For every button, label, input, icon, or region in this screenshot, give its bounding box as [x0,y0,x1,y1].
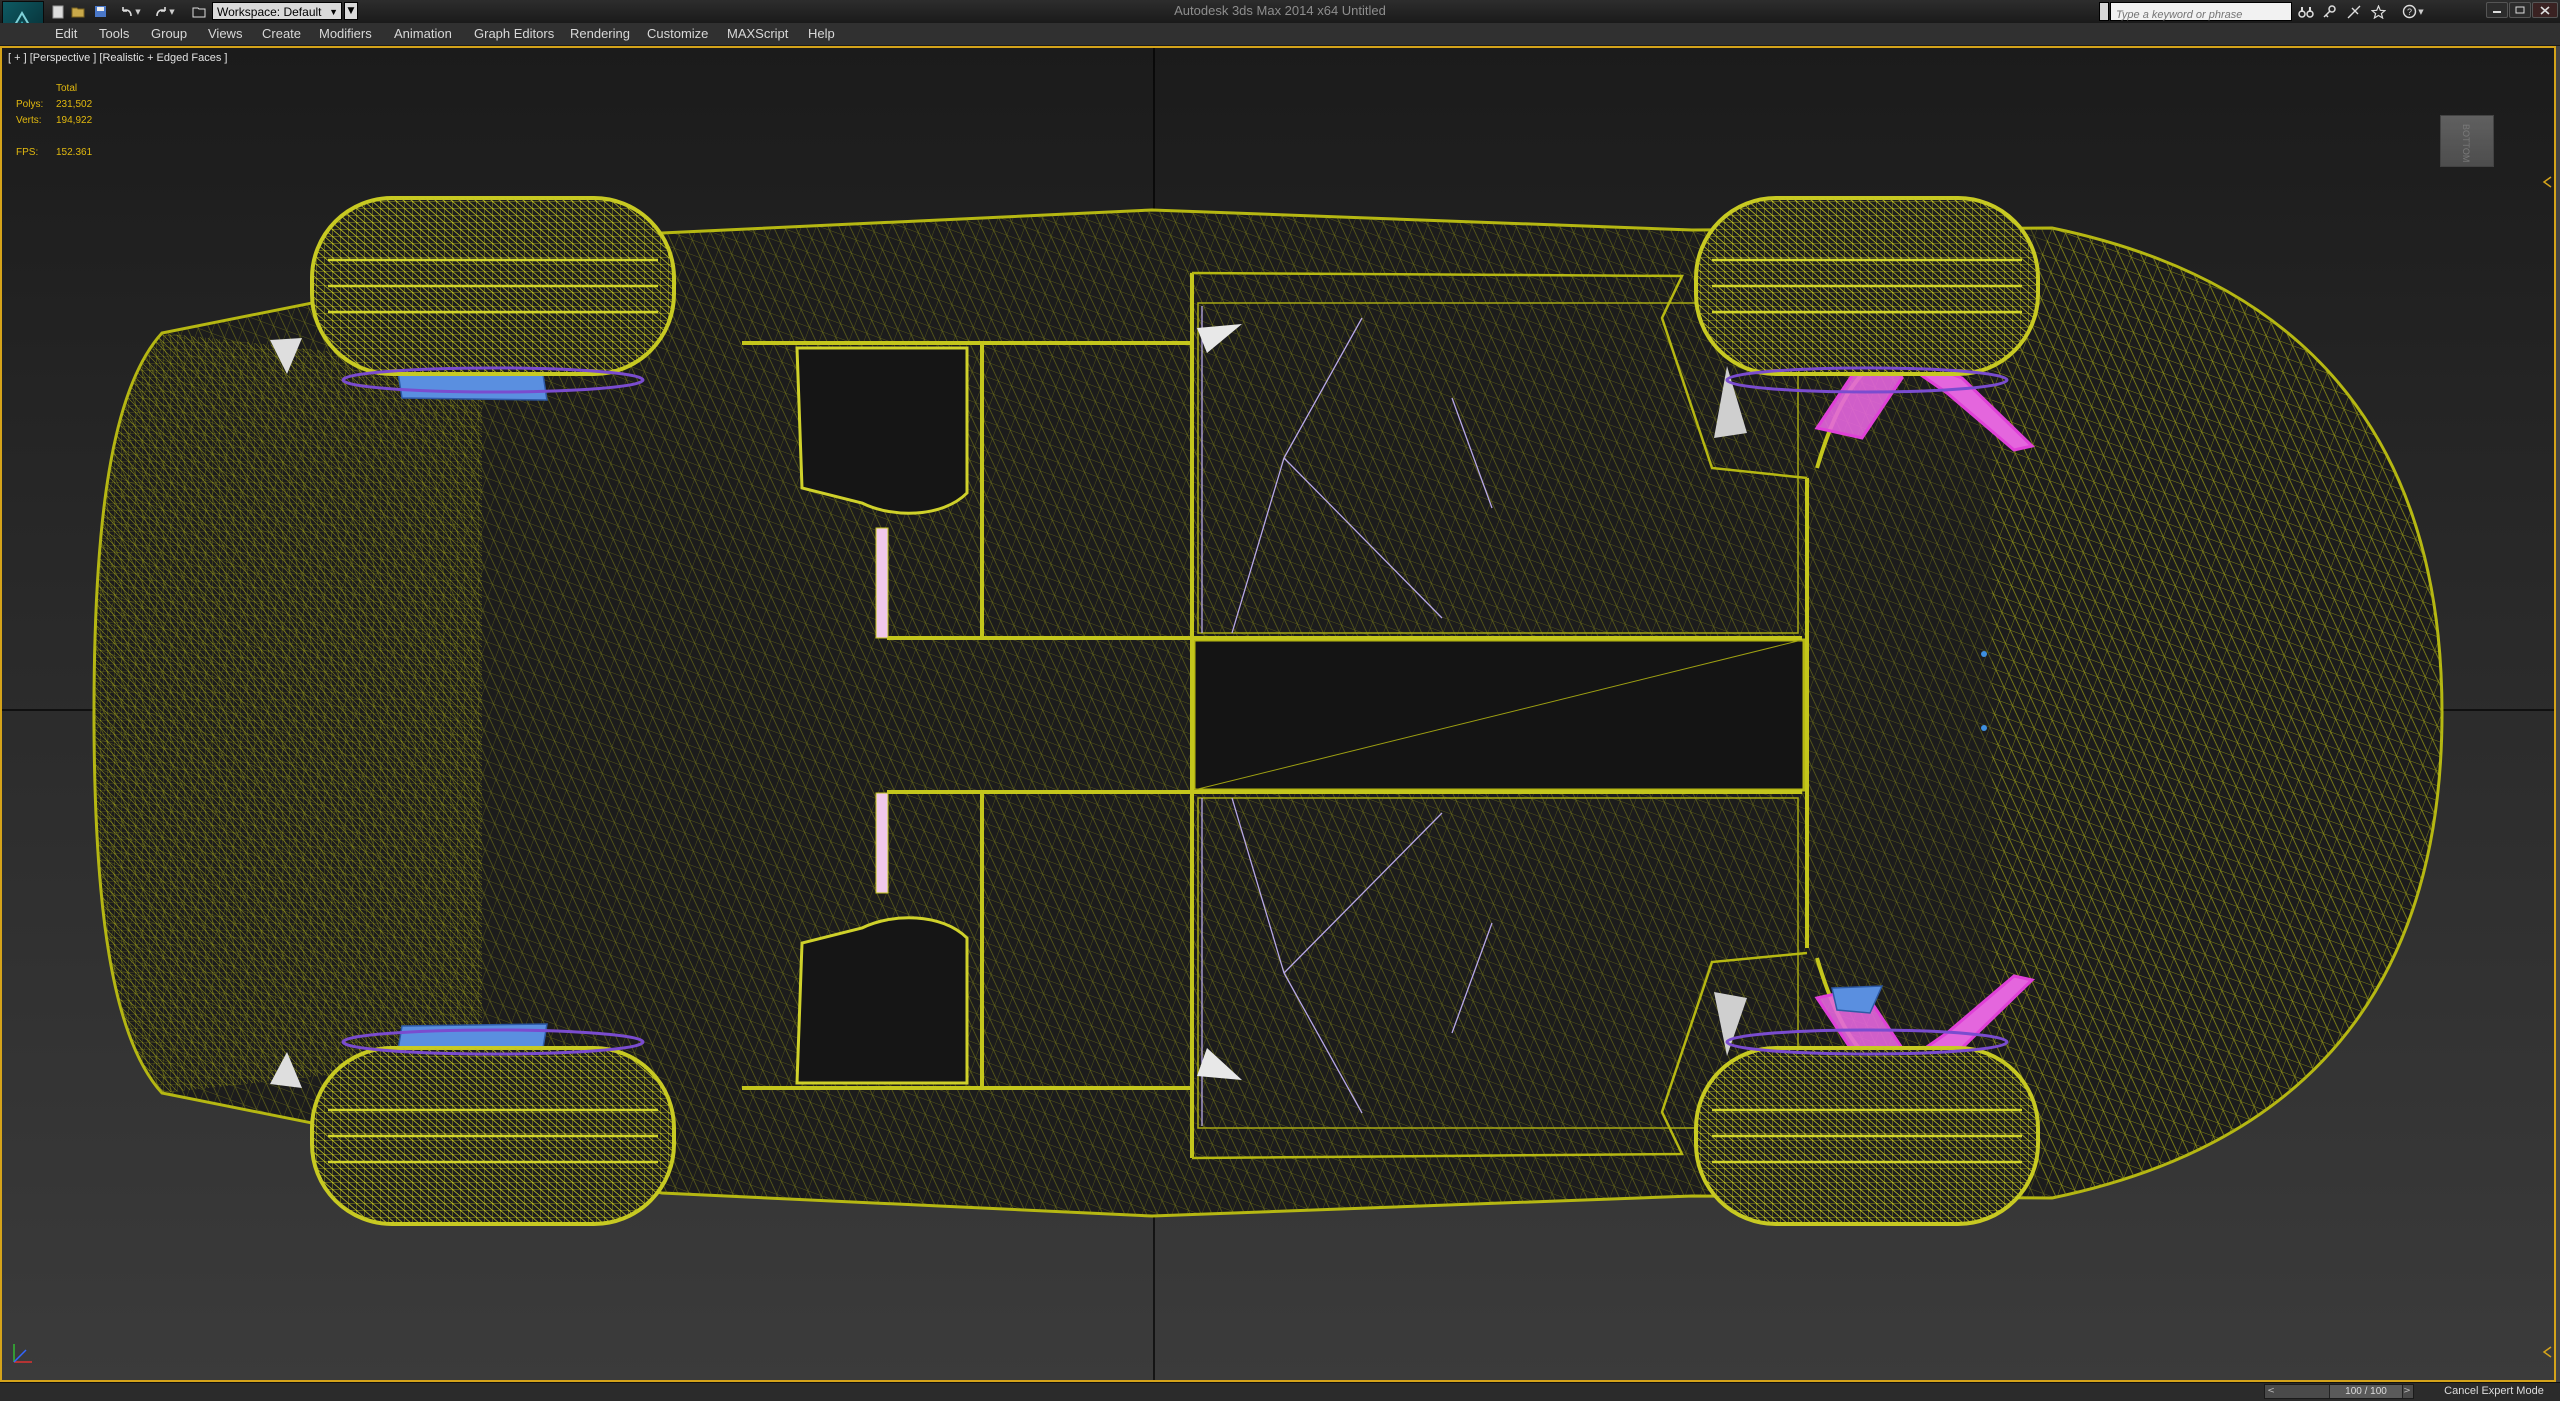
perspective-viewport[interactable]: [ + ] [Perspective ] [Realistic + Edged … [0,46,2556,1382]
menu-maxscript[interactable]: MAXScript [727,26,788,41]
maximize-button[interactable] [2509,2,2531,18]
time-slider-prev-icon[interactable]: < [2265,1385,2277,1398]
community-icon[interactable] [2345,3,2363,20]
menu-modifiers[interactable]: Modifiers [319,26,372,41]
viewport-scroll-marker-icon [2542,1346,2552,1358]
minimize-button[interactable] [2486,2,2508,18]
time-slider-thumb[interactable]: 100 / 100 [2329,1385,2403,1398]
stats-verts-value: 194,922 [56,115,93,126]
vertex-dot [1981,651,1987,657]
stats-fps-label: FPS: [16,147,39,158]
search-collapse-button[interactable] [2099,2,2109,21]
menu-animation[interactable]: Animation [394,26,452,41]
viewport-scroll-marker-icon [2542,176,2552,188]
help-dropdown-icon[interactable]: ▼ [2417,3,2425,20]
viewport-label[interactable]: [ + ] [Perspective ] [Realistic + Edged … [8,52,228,64]
front-right-wheel [310,1028,676,1226]
menu-customize[interactable]: Customize [647,26,708,41]
stats-polys-value: 231,502 [56,99,93,110]
menu-tools[interactable]: Tools [99,26,129,41]
svg-text:?: ? [2407,7,2412,17]
stats-fps-value: 152.361 [56,147,93,158]
axis-tripod-icon [13,1344,32,1363]
stats-polys-label: Polys: [16,99,44,110]
viewcube-face-label: BOTTOM [2461,124,2471,163]
rear-left-wheel [1694,196,2040,394]
rear-right-wheel [1694,1028,2040,1226]
stats-verts-label: Verts: [16,115,42,126]
menu-edit[interactable]: Edit [55,26,77,41]
key-icon[interactable] [2320,3,2338,20]
search-input[interactable] [2111,6,2291,24]
binoculars-icon[interactable] [2297,3,2315,20]
menu-graph-editors[interactable]: Graph Editors [474,26,554,41]
close-button[interactable] [2532,2,2558,18]
stats-total-label: Total [56,83,78,94]
menu-bar: Edit Tools Group Views Create Modifiers … [0,23,2560,46]
status-bar: < 100 / 100 > Cancel Expert Mode [0,1382,2560,1401]
help-icon[interactable]: ? [2400,3,2418,20]
time-slider-next-icon[interactable]: > [2401,1385,2413,1398]
menu-create[interactable]: Create [262,26,301,41]
menu-group[interactable]: Group [151,26,187,41]
front-left-wheel [310,196,676,394]
title-bar: ▼ ▼ Workspace: Default ▼ ▼ Autodesk 3ds … [0,0,2560,47]
star-icon[interactable] [2369,3,2387,20]
vertex-dot [1981,725,1987,731]
time-slider[interactable]: < 100 / 100 > [2264,1384,2414,1399]
cancel-expert-mode-button[interactable]: Cancel Expert Mode [2432,1384,2556,1399]
menu-help[interactable]: Help [808,26,835,41]
menu-rendering[interactable]: Rendering [570,26,630,41]
search-box[interactable] [2110,2,2292,24]
menu-views[interactable]: Views [208,26,242,41]
viewcube[interactable]: BOTTOM [2440,115,2494,167]
